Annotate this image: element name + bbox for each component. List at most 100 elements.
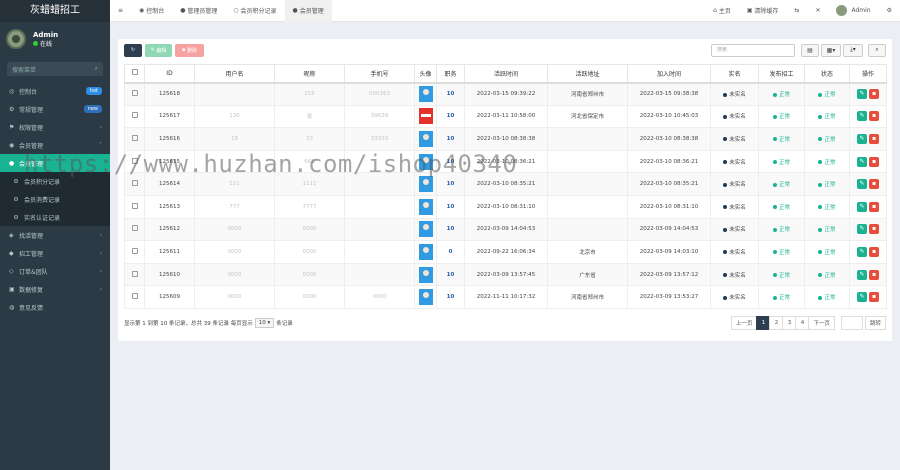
status-cell[interactable]: 正常 xyxy=(804,172,850,196)
table-row[interactable]: 125612 0000 0000 10 2022-03-09 14:04:53 2022-… xyxy=(124,217,887,242)
avatar-thumbnail[interactable] xyxy=(418,243,433,260)
col-active-addr[interactable]: 活跃地址 xyxy=(547,64,628,84)
row-checkbox[interactable] xyxy=(131,134,138,141)
clear-cache-button[interactable]: ▣ 清除缓存 xyxy=(739,0,787,22)
row-checkbox[interactable] xyxy=(131,90,138,97)
settings-gear-icon[interactable]: ⚙ xyxy=(879,0,900,22)
row-checkbox[interactable] xyxy=(131,180,138,187)
row-edit-icon[interactable]: ✎ xyxy=(857,292,867,303)
row-edit-icon[interactable]: ✎ xyxy=(857,224,867,235)
row-delete-icon[interactable]: ▪ xyxy=(869,269,879,280)
table-row[interactable]: 125617 130 张 39639 10 2022-03-11 10:58:00 河北省保… xyxy=(124,104,887,129)
language-icon[interactable]: ⇆ xyxy=(786,0,807,22)
post-job-cell[interactable]: 正常 xyxy=(758,217,805,242)
fullscreen-icon[interactable]: ✕ xyxy=(807,0,828,22)
row-edit-icon[interactable]: ✎ xyxy=(857,133,867,144)
row-edit-icon[interactable]: ✎ xyxy=(857,201,867,212)
col-id[interactable]: ID xyxy=(144,64,195,84)
sidebar-item[interactable]: ◉ 会员管理 ˅ xyxy=(0,136,110,154)
row-checkbox[interactable] xyxy=(131,112,138,119)
post-job-cell[interactable]: 正常 xyxy=(758,194,805,219)
row-edit-icon[interactable]: ✎ xyxy=(857,269,867,280)
row-delete-icon[interactable]: ▪ xyxy=(869,133,879,144)
sidebar-item[interactable]: ⚙ 常规管理 new xyxy=(0,100,110,118)
avatar-thumbnail[interactable] xyxy=(418,266,433,283)
table-search-input[interactable]: 搜索 xyxy=(711,43,795,57)
table-row[interactable]: 125610 0000 0000 10 2022-03-09 13:57:45 广东省 20… xyxy=(124,262,887,287)
post-job-cell[interactable]: 正常 xyxy=(758,82,805,106)
page-3-button[interactable]: 3 xyxy=(782,316,797,330)
col-username[interactable]: 用户名 xyxy=(194,64,275,84)
per-page-select[interactable]: 10 ▾ xyxy=(254,318,275,328)
col-identity[interactable]: 职务 xyxy=(436,64,465,84)
row-edit-icon[interactable]: ✎ xyxy=(857,246,867,257)
row-delete-icon[interactable]: ▪ xyxy=(869,224,879,235)
sidebar-item[interactable]: 实名认证记录 xyxy=(0,208,110,226)
page-jump-input[interactable] xyxy=(840,316,863,330)
page-4-button[interactable]: 4 xyxy=(795,316,810,330)
row-delete-icon[interactable]: ▪ xyxy=(869,246,879,257)
status-cell[interactable]: 正常 xyxy=(804,262,850,287)
delete-button[interactable]: ▪ 删除 xyxy=(175,43,204,57)
row-select-cell[interactable] xyxy=(124,262,145,287)
app-title[interactable]: 灰蜡蜡招工 xyxy=(0,0,110,22)
tab-admin-manage[interactable]: ● 管理员管理 xyxy=(172,0,225,22)
post-job-cell[interactable]: 正常 xyxy=(758,262,805,287)
page-2-button[interactable]: 2 xyxy=(769,316,784,330)
row-select-cell[interactable] xyxy=(124,217,145,242)
row-select-cell[interactable] xyxy=(124,149,145,174)
status-cell[interactable]: 正常 xyxy=(804,194,850,219)
toggle-view-icon[interactable]: ▤ xyxy=(801,43,819,57)
post-job-cell[interactable]: 正常 xyxy=(758,149,805,174)
status-cell[interactable]: 正常 xyxy=(804,127,850,151)
avatar-cell[interactable] xyxy=(414,127,437,151)
avatar-cell[interactable] xyxy=(414,285,437,309)
status-cell[interactable]: 正常 xyxy=(804,82,850,106)
col-active-time[interactable]: 活跃时间 xyxy=(464,64,548,84)
avatar-thumbnail[interactable] xyxy=(418,289,433,306)
tab-dashboard[interactable]: ◉ 控制台 xyxy=(131,0,172,22)
page-1-button[interactable]: 1 xyxy=(756,316,771,330)
status-cell[interactable]: 正常 xyxy=(804,104,850,129)
tab-member-manage[interactable]: ● 会员管理 xyxy=(284,0,332,22)
status-cell[interactable]: 正常 xyxy=(804,285,850,309)
sidebar-item[interactable]: ◇ 订单&团队 ‹ xyxy=(0,262,110,280)
select-all-checkbox[interactable] xyxy=(124,64,145,84)
table-row[interactable]: 125615 666 10 2022-03-10 08:36:21 2022-03-10… xyxy=(124,149,887,174)
row-checkbox[interactable] xyxy=(131,293,138,300)
row-checkbox[interactable] xyxy=(131,225,138,232)
status-cell[interactable]: 正常 xyxy=(804,149,850,174)
row-select-cell[interactable] xyxy=(124,240,145,264)
sidebar-item[interactable]: ● 会员管理 xyxy=(0,154,110,172)
avatar-thumbnail[interactable] xyxy=(418,198,433,215)
row-select-cell[interactable] xyxy=(124,285,145,309)
table-row[interactable]: 125618 155 000163 10 2022-03-15 09:39:22 河南省郑… xyxy=(124,82,887,106)
status-cell[interactable]: 正常 xyxy=(804,240,850,264)
row-delete-icon[interactable]: ▪ xyxy=(869,111,879,122)
row-checkbox[interactable] xyxy=(131,247,138,254)
avatar-thumbnail[interactable] xyxy=(418,86,433,103)
status-cell[interactable]: 正常 xyxy=(804,217,850,242)
avatar-cell[interactable] xyxy=(414,262,437,287)
sidebar-item[interactable]: 会员消费记录 xyxy=(0,190,110,208)
post-job-cell[interactable]: 正常 xyxy=(758,104,805,129)
sidebar-item[interactable]: 会员积分记录 xyxy=(0,172,110,190)
columns-dropdown-icon[interactable]: ▦▾ xyxy=(821,43,841,57)
row-delete-icon[interactable]: ▪ xyxy=(869,89,879,100)
next-page-button[interactable]: 下一页 xyxy=(808,316,835,330)
row-edit-icon[interactable]: ✎ xyxy=(857,89,867,100)
table-row[interactable]: 125616 18 33 33333 10 2022-03-10 08:38:38 2022… xyxy=(124,127,887,151)
row-select-cell[interactable] xyxy=(124,127,145,151)
avatar-cell[interactable] xyxy=(414,194,437,219)
admin-menu[interactable]: Admin xyxy=(828,0,878,22)
row-delete-icon[interactable]: ▪ xyxy=(869,156,879,167)
row-edit-icon[interactable]: ✎ xyxy=(857,179,867,190)
avatar-cell[interactable] xyxy=(414,172,437,196)
row-select-cell[interactable] xyxy=(124,172,145,196)
prev-page-button[interactable]: 上一页 xyxy=(730,316,758,330)
menu-toggle-icon[interactable]: ≡ xyxy=(110,0,131,22)
col-phone[interactable]: 手机号 xyxy=(344,64,415,84)
sidebar-item[interactable]: ◆ 招工管理 ‹ xyxy=(0,244,110,262)
row-edit-icon[interactable]: ✎ xyxy=(857,111,867,122)
col-realname[interactable]: 实名 xyxy=(710,64,759,84)
